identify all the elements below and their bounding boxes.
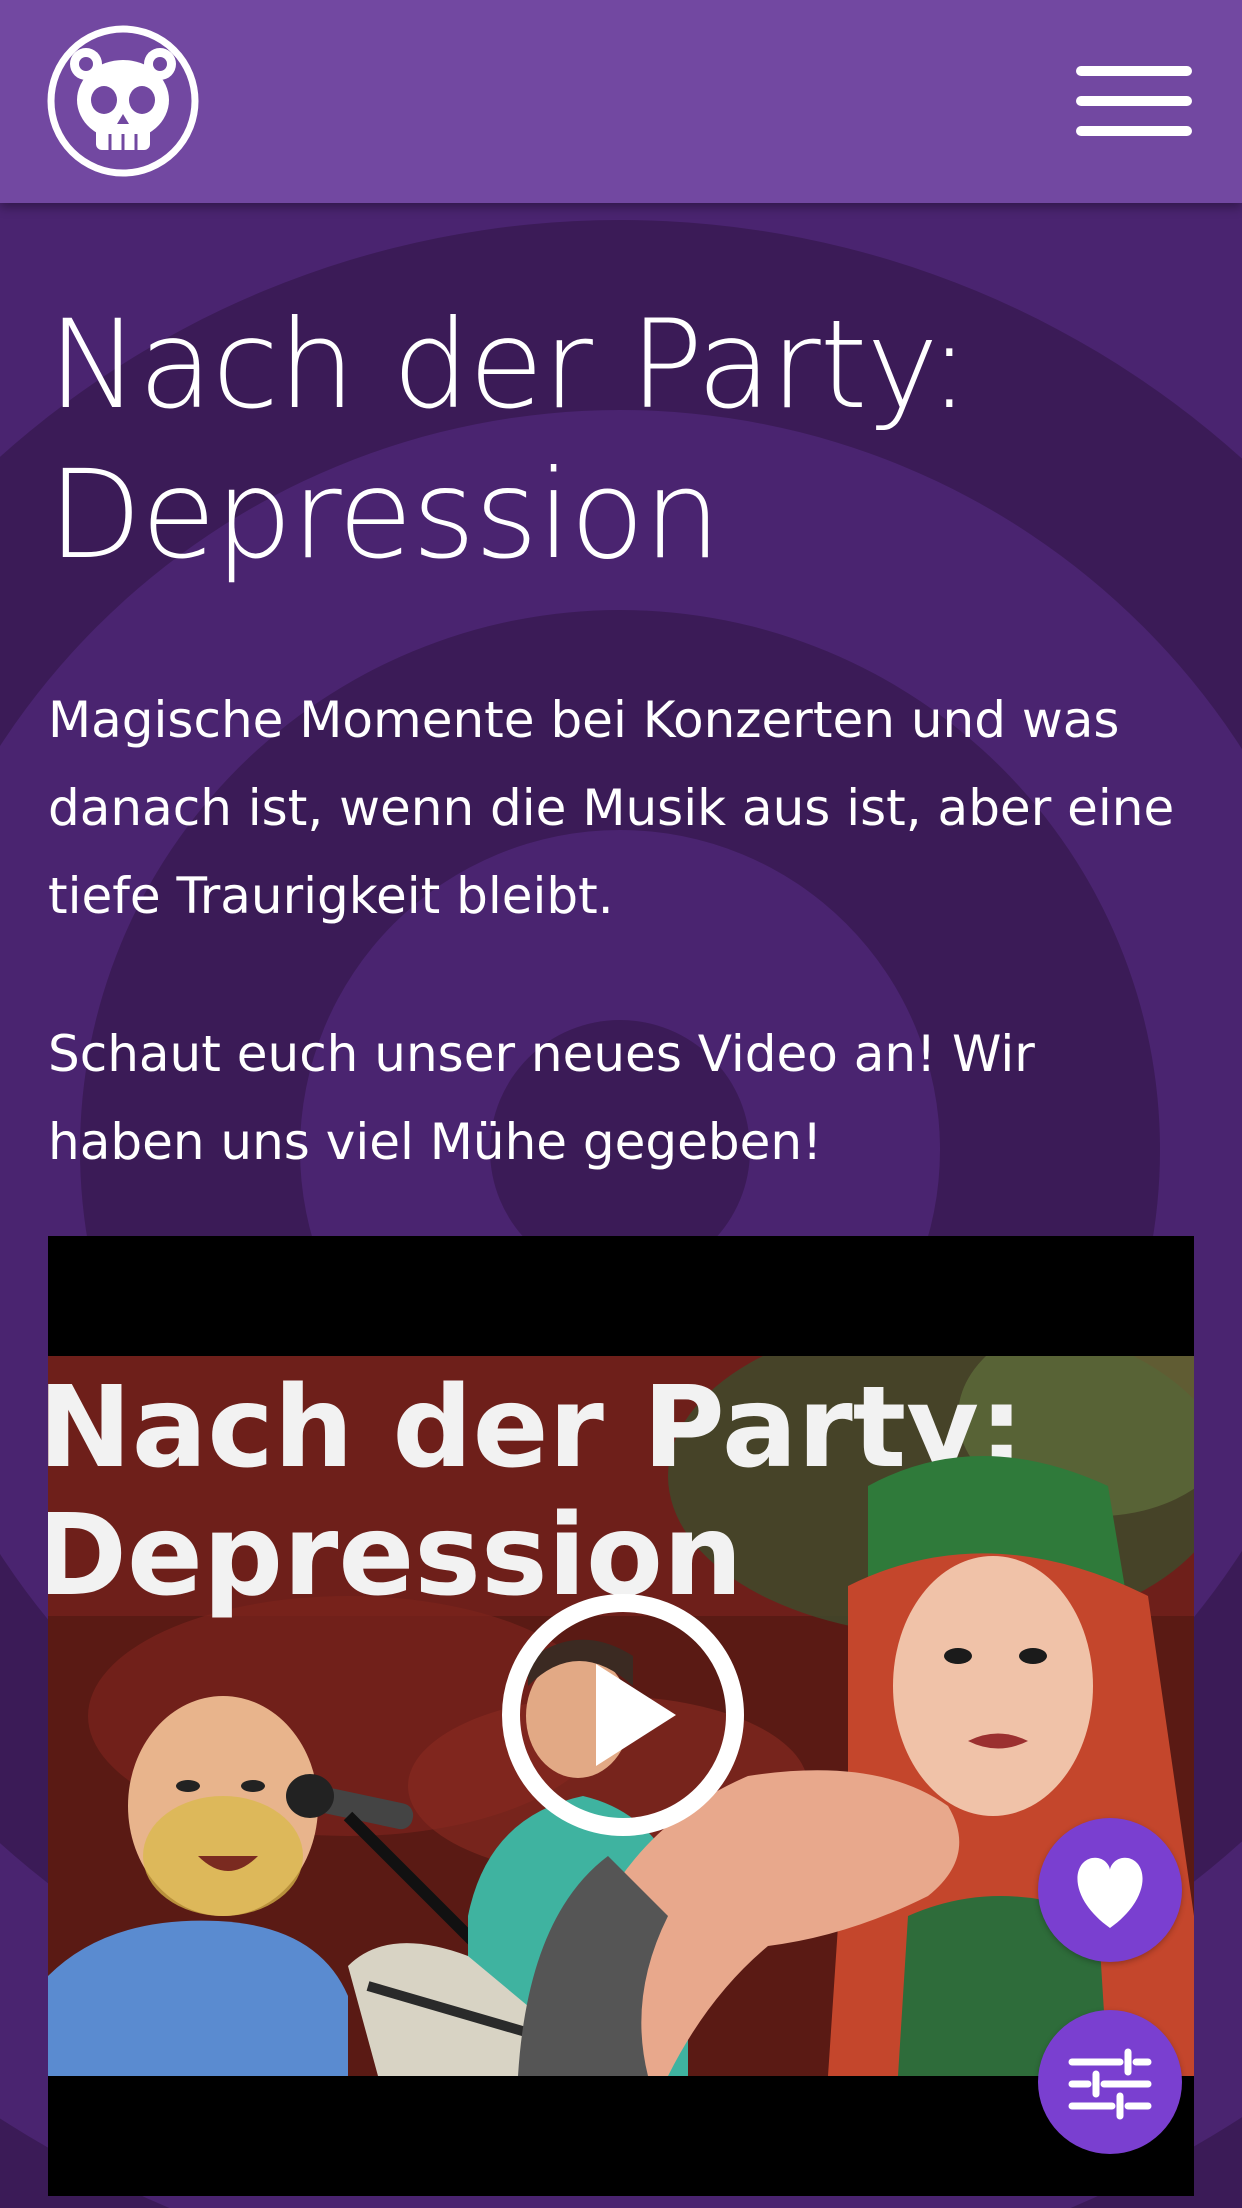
video-call-to-action: Schaut euch unser neues Video an! Wir ha… [48, 1025, 1035, 1171]
heart-icon [1077, 1857, 1143, 1928]
menu-line [1076, 126, 1192, 136]
menu-line [1076, 96, 1192, 106]
settings-button[interactable] [1038, 2010, 1182, 2154]
intro-paragraph: Magische Momente bei Konzerten und was d… [48, 691, 1175, 925]
like-button[interactable] [1038, 1818, 1182, 1962]
play-icon[interactable] [500, 1592, 746, 1838]
top-navigation-bar [0, 0, 1242, 203]
video-player[interactable]: Nach der Party: Depression [48, 1236, 1194, 2196]
hamburger-menu-icon[interactable] [1072, 62, 1196, 142]
thumbnail-title-line1: Nach der Party: [48, 1363, 1024, 1493]
article-content: Nach der Party: Depression Magische Mome… [48, 290, 1198, 1186]
menu-line [1076, 66, 1192, 76]
skull-bear-logo-icon[interactable] [46, 22, 200, 180]
page-title: Nach der Party: Depression [48, 294, 970, 586]
page: Nach der Party: Depression Magische Mome… [0, 0, 1242, 2208]
sliders-icon [1068, 2048, 1152, 2120]
